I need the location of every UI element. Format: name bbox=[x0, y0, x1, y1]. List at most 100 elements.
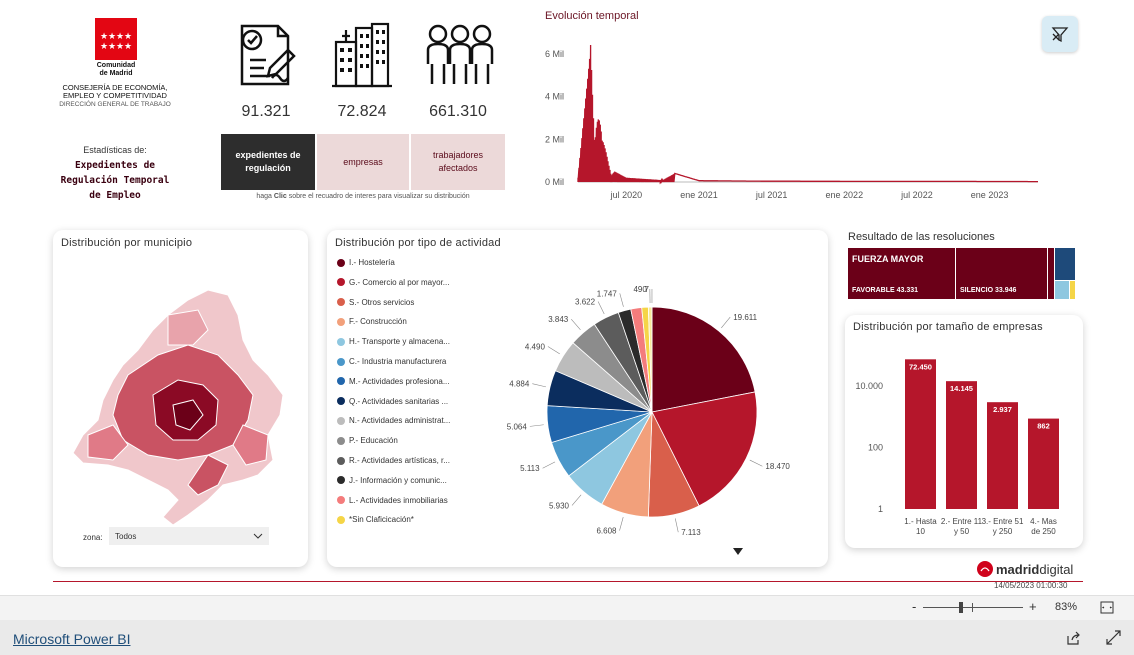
legend-item[interactable]: P.- Educación bbox=[337, 436, 398, 445]
pie-leader bbox=[571, 494, 582, 506]
tamano-x-label: y 50 bbox=[954, 527, 970, 536]
legend-item[interactable]: L.- Actividades inmobiliarias bbox=[337, 496, 448, 505]
legend-dot bbox=[337, 357, 345, 366]
legend-item[interactable]: S.- Otros servicios bbox=[337, 298, 414, 307]
pie-leader bbox=[619, 293, 624, 307]
legend-item[interactable]: C.- Industria manufacturera bbox=[337, 357, 446, 366]
fit-page-icon[interactable] bbox=[1100, 601, 1114, 614]
zoom-level: 83% bbox=[1055, 601, 1078, 613]
tamano-bar[interactable] bbox=[946, 381, 977, 509]
kpi-empresas-value: 72.824 bbox=[337, 103, 387, 120]
other-block-2[interactable] bbox=[1055, 248, 1075, 280]
resoluciones-title: Resultado de las resoluciones bbox=[848, 231, 995, 243]
zoom-slider-track[interactable] bbox=[923, 607, 1023, 608]
zona-label: zona: bbox=[83, 533, 103, 542]
legend-dot bbox=[337, 416, 345, 425]
tamano-x-label: 10 bbox=[916, 527, 925, 536]
svg-text:★: ★ bbox=[100, 32, 108, 42]
dept-line2: EMPLEO Y COMPETITIVIDAD bbox=[63, 91, 167, 100]
tamano-x-label: de 250 bbox=[1031, 527, 1056, 536]
tamano-bar[interactable] bbox=[1028, 418, 1059, 509]
legend-dot bbox=[337, 496, 345, 505]
timeline-series bbox=[577, 44, 1038, 185]
municipio-title: Distribución por municipio bbox=[61, 237, 193, 249]
svg-text:★: ★ bbox=[116, 32, 124, 42]
tamano-card: Distribución por tamaño de empresas 10.0… bbox=[845, 315, 1083, 548]
timeline-chart: 6 Mil 4 Mil 2 Mil 0 Mil jul 2020 ene 2021 jul… bbox=[545, 44, 1038, 200]
tab-expedientes[interactable]: expedientes de regulación bbox=[221, 134, 315, 190]
tab-expedientes-label1: expedientes de bbox=[235, 150, 301, 160]
stats-label: Estadísticas de: bbox=[83, 145, 147, 155]
other-block-4[interactable] bbox=[1070, 281, 1075, 299]
pie-leader bbox=[721, 316, 731, 329]
zoom-out-button[interactable]: - bbox=[912, 599, 916, 614]
svg-text:★: ★ bbox=[108, 32, 116, 42]
pie-leader bbox=[529, 424, 544, 427]
legend-item[interactable]: Q.- Actividades sanitarias ... bbox=[337, 397, 448, 406]
pie-label: 7 bbox=[645, 285, 650, 294]
legend-dot bbox=[337, 436, 345, 445]
stars-icon: ★ ★ ★ ★ ★ ★ ★ ★ bbox=[100, 32, 132, 52]
fuerza-mayor-label: FUERZA MAYOR bbox=[852, 254, 924, 264]
legend-item[interactable]: J.- Información y comunic... bbox=[337, 476, 447, 485]
pie-leader bbox=[547, 346, 560, 355]
powerbi-bar: Microsoft Power BI bbox=[0, 620, 1134, 655]
svg-text:★: ★ bbox=[124, 32, 132, 42]
legend-label: S.- Otros servicios bbox=[349, 297, 415, 307]
pie-label: 19.611 bbox=[733, 313, 757, 322]
actividad-card: Distribución por tipo de actividad I.- H… bbox=[327, 230, 828, 567]
tamano-x-label: 2.- Entre 11 bbox=[941, 517, 983, 526]
share-icon[interactable] bbox=[1066, 630, 1082, 646]
timeline-title: Evolución temporal bbox=[545, 10, 639, 22]
legend-dot bbox=[337, 337, 345, 346]
tab-empresas[interactable]: empresas bbox=[317, 134, 409, 190]
region-name-line1: Comunidad bbox=[96, 62, 136, 69]
hint-pre: haga bbox=[256, 193, 274, 200]
tab-trabajadores[interactable]: trabajadores afectados bbox=[411, 134, 505, 190]
legend-label: J.- Información y comunic... bbox=[349, 475, 447, 485]
legend-dot bbox=[337, 317, 345, 326]
legend-item[interactable]: R.- Actividades artísticas, r... bbox=[337, 456, 450, 465]
zoom-slider-handle[interactable] bbox=[959, 602, 963, 613]
tamano-x-label: 1.- Hasta bbox=[904, 517, 937, 526]
municipio-map[interactable] bbox=[68, 285, 298, 530]
legend-item[interactable]: N.- Actividades administrat... bbox=[337, 416, 450, 425]
timeline-y-tick: 2 Mil bbox=[545, 134, 564, 144]
zoom-in-button[interactable]: + bbox=[1029, 599, 1037, 614]
fullscreen-icon[interactable] bbox=[1106, 630, 1121, 645]
legend-item[interactable]: I.- Hostelería bbox=[337, 258, 395, 267]
legend-dot bbox=[337, 258, 345, 267]
legend-dot bbox=[337, 278, 345, 287]
legend-dot bbox=[337, 298, 345, 307]
tamano-bar[interactable] bbox=[905, 359, 936, 509]
timestamp: 14/05/2023 01:00:30 bbox=[994, 581, 1068, 590]
pie-label: 3.622 bbox=[575, 297, 596, 306]
zona-dropdown[interactable]: Todos bbox=[109, 527, 269, 545]
zoom-slider-center-mark bbox=[972, 603, 973, 612]
tamano-y-tick: 100 bbox=[868, 442, 883, 452]
tamano-x-label: 3.- Entre 51 bbox=[982, 517, 1024, 526]
legend-label: L.- Actividades inmobiliarias bbox=[349, 495, 448, 505]
legend-item[interactable]: M.- Actividades profesiona... bbox=[337, 377, 450, 386]
tamano-bar-label: 14.145 bbox=[950, 384, 973, 393]
timeline-x-tick: ene 2022 bbox=[826, 190, 864, 200]
other-block-1[interactable] bbox=[1048, 248, 1054, 299]
legend-item[interactable]: H.- Transporte y almacena... bbox=[337, 337, 450, 346]
caret-down-icon[interactable] bbox=[733, 548, 743, 555]
favorable-label: FAVORABLE 43.331 bbox=[852, 287, 919, 294]
legend-item[interactable]: *Sin Claficicación* bbox=[337, 515, 414, 524]
clear-filters-button[interactable] bbox=[1042, 16, 1078, 52]
tamano-bar[interactable] bbox=[987, 402, 1018, 509]
resoluciones-treemap[interactable]: FUERZA MAYOR FAVORABLE 43.331 SILENCIO 3… bbox=[848, 248, 1075, 299]
pie-label: 4.884 bbox=[509, 380, 530, 389]
madrid-digital-icon bbox=[977, 561, 993, 577]
other-block-3[interactable] bbox=[1055, 281, 1069, 299]
timeline-y-tick: 4 Mil bbox=[545, 92, 564, 102]
silencio-block[interactable]: SILENCIO 33.946 bbox=[956, 248, 1047, 299]
pie-label: 5.930 bbox=[549, 501, 570, 510]
powerbi-link[interactable]: Microsoft Power BI bbox=[13, 631, 130, 647]
favorable-block[interactable]: FUERZA MAYOR FAVORABLE 43.331 bbox=[848, 248, 955, 299]
timeline-x-tick: jul 2021 bbox=[755, 190, 788, 200]
legend-item[interactable]: F.- Construcción bbox=[337, 317, 407, 326]
legend-item[interactable]: G.- Comercio al por mayor... bbox=[337, 278, 449, 287]
